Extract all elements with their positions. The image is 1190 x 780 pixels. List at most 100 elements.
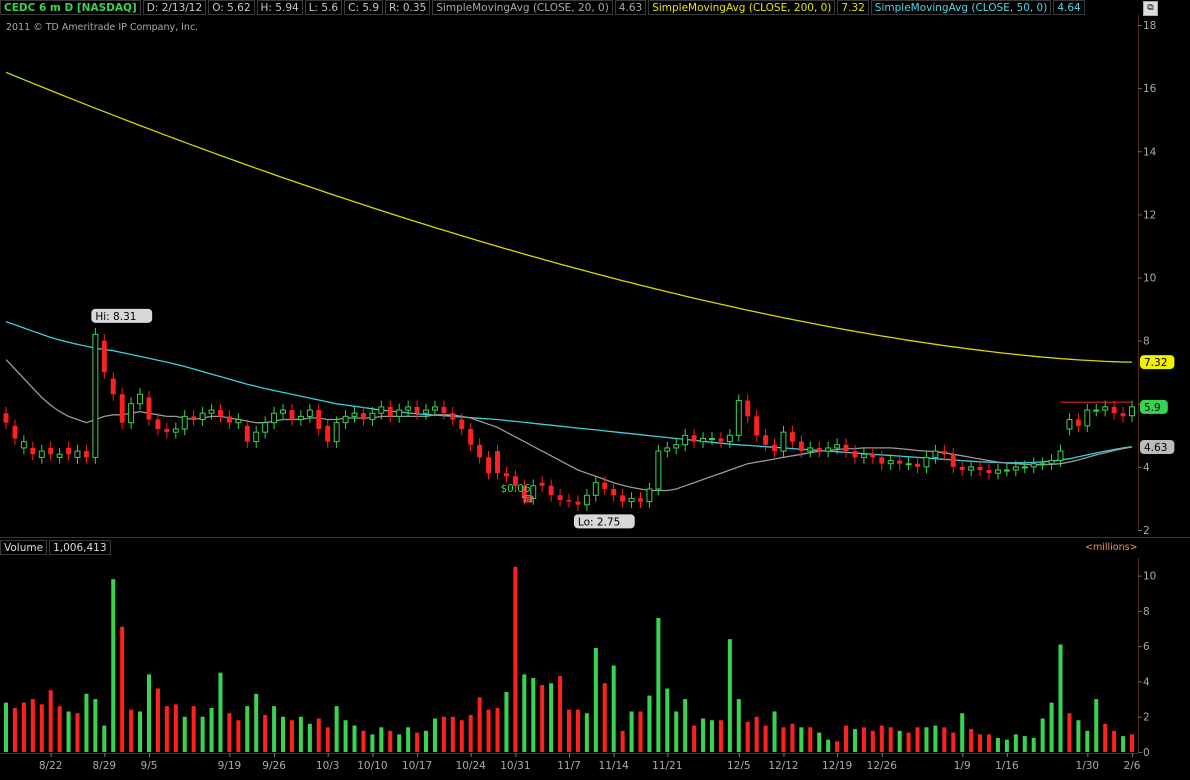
price-tick-label: 18 bbox=[1143, 20, 1156, 32]
candle-body bbox=[1012, 466, 1019, 471]
volume-bar bbox=[325, 727, 330, 752]
volume-bar bbox=[754, 716, 759, 752]
volume-bar bbox=[852, 729, 857, 752]
candle-body bbox=[754, 416, 760, 436]
volume-bar bbox=[763, 725, 768, 752]
volume-bar bbox=[289, 720, 294, 752]
volume-bar bbox=[629, 711, 634, 752]
candle-body bbox=[128, 403, 135, 424]
x-tick-label: 10/24 bbox=[456, 760, 487, 772]
volume-bar bbox=[870, 730, 875, 752]
x-tick-label: 12/26 bbox=[867, 760, 898, 772]
candle-body bbox=[583, 494, 590, 506]
volume-bar bbox=[182, 716, 187, 752]
candle-body bbox=[1075, 419, 1081, 426]
volume-bar bbox=[692, 725, 697, 752]
volume-bar bbox=[978, 734, 983, 752]
volume-bar bbox=[701, 718, 706, 752]
candle-body bbox=[414, 406, 420, 414]
candle-body bbox=[602, 482, 608, 489]
candle-body bbox=[325, 425, 331, 442]
volume-bar bbox=[1112, 730, 1117, 752]
volume-bar bbox=[549, 683, 554, 752]
candle-body bbox=[950, 454, 956, 467]
candle-body bbox=[772, 444, 777, 452]
volume-bar bbox=[817, 732, 822, 752]
price-tick-mark bbox=[1138, 151, 1142, 153]
volume-bar bbox=[129, 709, 134, 752]
candle-body bbox=[503, 473, 509, 477]
candle-body bbox=[763, 435, 769, 445]
volume-bar bbox=[861, 727, 866, 752]
candle-body bbox=[342, 415, 349, 424]
volume-bar bbox=[709, 720, 714, 752]
candle-body bbox=[191, 416, 197, 420]
candle-body bbox=[932, 450, 939, 458]
volume-bar bbox=[781, 727, 786, 752]
candle-body bbox=[12, 425, 18, 439]
volume-bar bbox=[504, 692, 509, 752]
earnings-phone-icon: ☎ bbox=[521, 493, 534, 505]
volume-bar bbox=[656, 617, 661, 752]
candle-body bbox=[495, 451, 500, 474]
volume-bar bbox=[263, 714, 268, 752]
volume-bar bbox=[343, 720, 348, 752]
candle-body bbox=[56, 453, 63, 458]
volume-bar bbox=[12, 707, 17, 752]
volume-bar bbox=[307, 723, 312, 752]
candle-body bbox=[700, 437, 707, 443]
volume-bar bbox=[942, 727, 947, 752]
volume-bar bbox=[602, 683, 607, 752]
candle-body bbox=[923, 456, 930, 468]
candle-body bbox=[431, 406, 438, 411]
x-tick-label: 10/3 bbox=[316, 760, 340, 772]
candle-body bbox=[1039, 463, 1046, 466]
volume-tick-mark bbox=[1138, 716, 1142, 718]
volume-bar bbox=[665, 688, 670, 752]
candle-body bbox=[548, 485, 554, 496]
candle-body bbox=[1030, 463, 1037, 468]
candle-body bbox=[333, 422, 340, 443]
volume-bar bbox=[915, 727, 920, 752]
volume-bar bbox=[1076, 720, 1081, 752]
candle-body bbox=[852, 451, 858, 458]
candle-body bbox=[807, 447, 814, 452]
candle-body bbox=[271, 412, 278, 424]
volume-bar bbox=[281, 716, 286, 752]
volume-bar bbox=[960, 713, 965, 752]
candle-body bbox=[620, 495, 626, 502]
price-tick-mark bbox=[1138, 277, 1142, 279]
candle-body bbox=[887, 460, 894, 465]
volume-bar bbox=[1121, 736, 1126, 752]
volume-bar bbox=[370, 734, 375, 752]
volume-bar bbox=[611, 665, 616, 752]
volume-bar bbox=[3, 702, 9, 752]
volume-tick-label: 6 bbox=[1143, 641, 1150, 653]
candle-body bbox=[977, 466, 983, 471]
candle-body bbox=[897, 460, 903, 464]
candle-body bbox=[735, 400, 742, 436]
volume-bar bbox=[531, 677, 536, 752]
volume-bar bbox=[1013, 734, 1018, 752]
x-tick-label: 2/6 bbox=[1124, 760, 1141, 772]
candle-body bbox=[38, 450, 45, 458]
volume-bar bbox=[584, 713, 589, 752]
candle-body bbox=[235, 419, 242, 424]
volume-bar bbox=[298, 716, 303, 752]
volume-bar bbox=[432, 718, 437, 752]
volume-bar bbox=[808, 727, 813, 752]
x-tick-label: 12/5 bbox=[727, 760, 751, 772]
price-volume-chart[interactable]: 2468101214161802468108/228/299/59/199/26… bbox=[0, 0, 1190, 780]
candle-body bbox=[1093, 409, 1100, 412]
price-tick-label: 16 bbox=[1143, 83, 1157, 95]
volume-bar bbox=[245, 706, 250, 752]
volume-bar bbox=[66, 711, 71, 752]
volume-bar bbox=[138, 711, 143, 752]
x-tick-label: 11/7 bbox=[557, 760, 581, 772]
candle-body bbox=[628, 497, 635, 503]
x-tick-mark bbox=[962, 753, 964, 757]
volume-bar bbox=[30, 699, 35, 752]
volume-bar bbox=[593, 647, 598, 752]
volume-tick-mark bbox=[1138, 681, 1142, 683]
candle-body bbox=[870, 454, 876, 458]
